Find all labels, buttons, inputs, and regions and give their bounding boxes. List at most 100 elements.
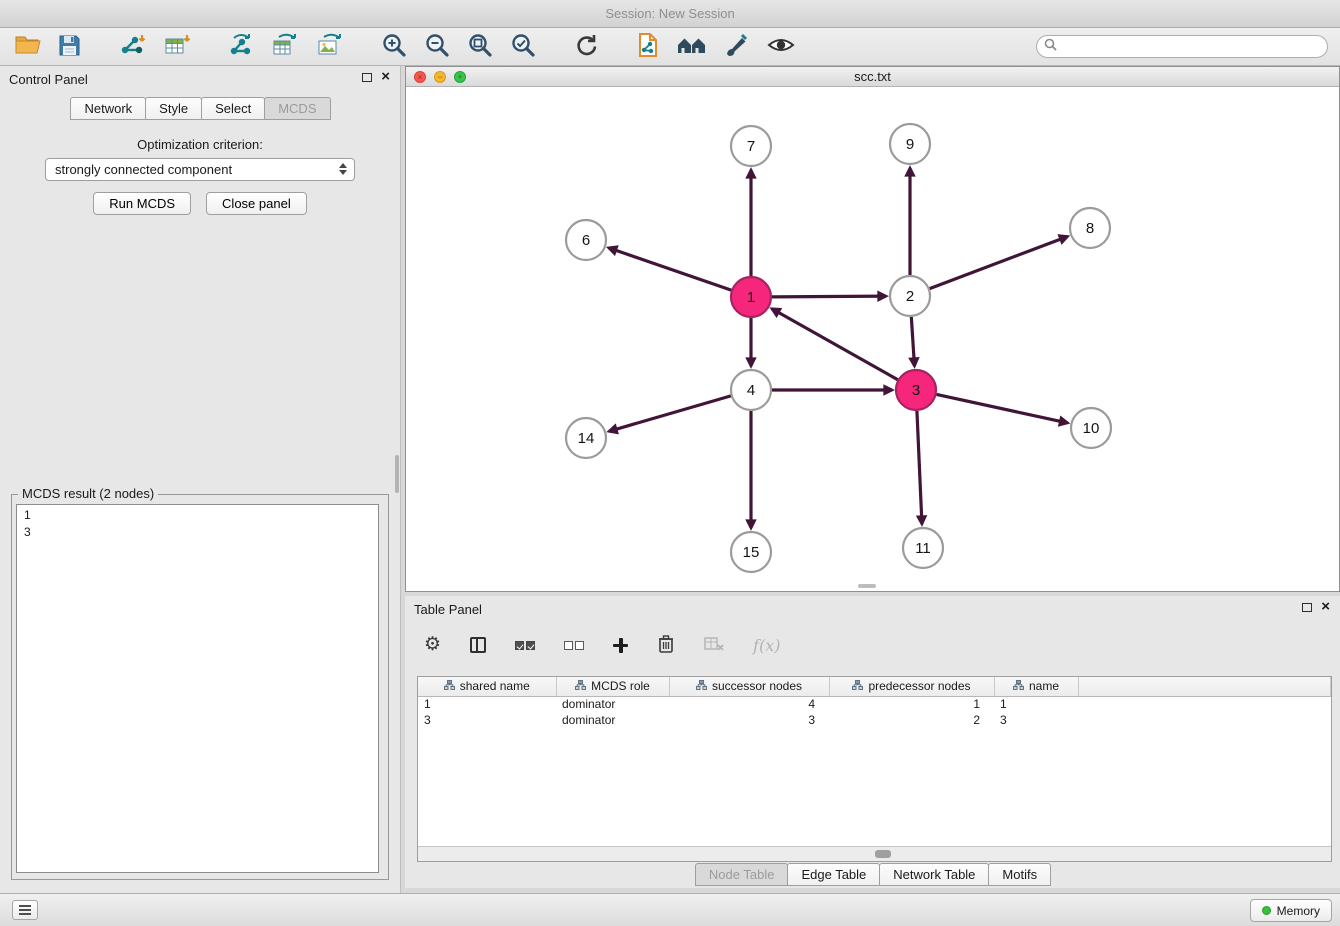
network-view-window: × − + scc.txt 7968124314101511 [405,66,1340,592]
close-window-icon[interactable]: × [414,71,426,83]
graph-edge-3-1[interactable] [772,309,898,380]
graph-edge-1-6[interactable] [609,248,731,290]
document-network-icon [636,32,660,61]
main-toolbar [0,28,1340,66]
refresh-icon [573,33,599,60]
function-builder-button[interactable]: f(x) [750,634,783,657]
style-brush-button[interactable] [721,31,753,62]
tab-select[interactable]: Select [201,97,265,120]
cell-shared-name[interactable]: 1 [418,696,556,712]
export-image-button[interactable] [313,31,347,62]
mcds-result-item[interactable]: 1 [17,507,378,524]
control-panel-title: Control Panel [9,72,88,87]
network-hscroll-thumb[interactable] [858,584,876,588]
attribute-tree-icon [575,679,586,693]
memory-label: Memory [1277,904,1320,918]
cell-predecessor-nodes[interactable]: 2 [829,712,994,728]
graph-node-label-3: 3 [912,382,920,399]
cell-predecessor-nodes[interactable]: 1 [829,696,994,712]
show-columns-button[interactable] [467,635,489,655]
open-session-button[interactable] [12,32,44,61]
float-table-panel-icon[interactable] [1302,603,1312,612]
task-history-button[interactable] [12,900,38,920]
graph-edge-2-8[interactable] [930,236,1068,288]
close-panel-button[interactable]: Close panel [206,192,307,215]
tab-network-table[interactable]: Network Table [879,863,989,886]
zoom-fit-icon [467,32,493,61]
table-hscrollbar[interactable] [418,846,1331,861]
export-network-button[interactable] [225,31,257,62]
network-canvas[interactable]: 7968124314101511 [406,87,1339,591]
control-panel-scrollbar[interactable] [395,455,399,493]
zoom-fit-button[interactable] [464,30,496,63]
graph-node-label-2: 2 [906,288,914,305]
tab-node-table[interactable]: Node Table [695,863,789,886]
add-column-button[interactable] [610,636,631,655]
maximize-window-icon[interactable]: + [454,71,466,83]
column-header-name[interactable]: name [994,677,1078,696]
close-panel-icon[interactable]: × [381,71,390,83]
table-panel: Table Panel × ⚙ f(x) shared name MCDS ro… [405,596,1340,888]
delete-table-button[interactable] [701,634,727,657]
zoom-in-button[interactable] [378,30,410,63]
graph-node-label-15: 15 [743,544,760,561]
show-graphics-button[interactable] [764,33,798,60]
table-settings-button[interactable]: ⚙ [421,633,444,657]
zoom-selected-button[interactable] [507,30,539,63]
export-network-icon [228,33,254,60]
cell-name[interactable]: 3 [994,712,1078,728]
mcds-result-item[interactable]: 3 [17,524,378,541]
column-header-successor-nodes[interactable]: successor nodes [669,677,829,696]
search-field[interactable] [1036,35,1328,58]
column-header-predecessor-nodes[interactable]: predecessor nodes [829,677,994,696]
run-mcds-button[interactable]: Run MCDS [93,192,191,215]
memory-button[interactable]: Memory [1250,899,1332,922]
table-tabs: Node Table Edge Table Network Table Moti… [405,863,1340,886]
cell-name[interactable]: 1 [994,696,1078,712]
cell-successor-nodes[interactable]: 3 [669,712,829,728]
import-network-button[interactable] [115,31,149,62]
mcds-result-group: MCDS result (2 nodes) 1 3 [11,494,389,880]
search-input[interactable] [1062,39,1323,54]
home-button[interactable] [674,31,710,62]
export-web-button[interactable] [633,30,663,63]
select-all-rows-button[interactable] [512,639,538,652]
delete-column-button[interactable] [654,632,678,659]
column-header-shared-name[interactable]: shared name [418,677,556,696]
float-panel-icon[interactable] [362,73,372,82]
zoom-selected-icon [510,32,536,61]
mcds-result-list[interactable]: 1 3 [16,504,379,873]
tab-mcds[interactable]: MCDS [264,97,330,120]
graph-edge-3-10[interactable] [937,394,1068,422]
table-hscroll-thumb[interactable] [875,850,891,858]
import-table-button[interactable] [160,31,194,62]
graph-edge-4-14[interactable] [609,396,731,431]
cell-mcds-role[interactable]: dominator [556,712,669,728]
graph-edge-3-11[interactable] [917,411,922,524]
import-table-icon [163,33,191,60]
minimize-window-icon[interactable]: − [434,71,446,83]
graph-node-label-14: 14 [578,430,595,447]
attribute-tree-icon [696,679,707,693]
graph-edge-2-3[interactable] [911,317,914,366]
refresh-view-button[interactable] [570,31,602,62]
graph-edge-1-2[interactable] [772,296,886,297]
close-table-panel-icon[interactable]: × [1321,601,1330,613]
cell-shared-name[interactable]: 3 [418,712,556,728]
network-window-titlebar[interactable]: × − + scc.txt [406,67,1339,87]
tab-network[interactable]: Network [70,97,146,120]
cell-successor-nodes[interactable]: 4 [669,696,829,712]
cell-mcds-role[interactable]: dominator [556,696,669,712]
deselect-all-rows-button[interactable] [561,639,587,652]
zoom-out-icon [424,32,450,61]
tab-motifs[interactable]: Motifs [988,863,1051,886]
paintbrush-icon [724,33,750,60]
tab-style[interactable]: Style [145,97,202,120]
eye-icon [767,35,795,58]
save-session-button[interactable] [55,32,84,62]
tab-edge-table[interactable]: Edge Table [787,863,880,886]
export-table-button[interactable] [268,31,302,62]
zoom-out-button[interactable] [421,30,453,63]
column-header-mcds-role[interactable]: MCDS role [556,677,669,696]
criterion-select[interactable]: strongly connected component [45,158,355,181]
